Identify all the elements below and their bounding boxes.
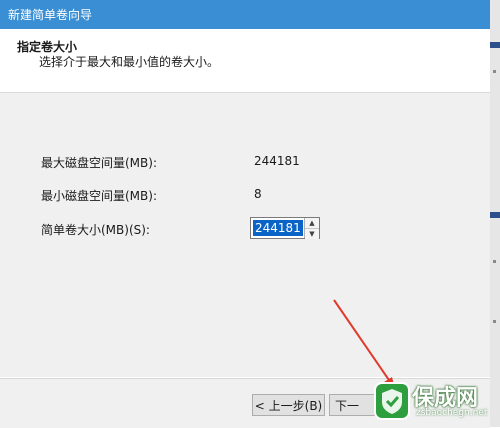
strip-dot xyxy=(493,320,496,323)
strip-band xyxy=(490,212,500,218)
shield-icon xyxy=(374,382,410,420)
min-size-value: 8 xyxy=(254,187,262,201)
strip-dot xyxy=(493,70,496,73)
wizard-header: 指定卷大小 选择介于最大和最小值的卷大小。 xyxy=(0,29,490,93)
title-bar: 新建简单卷向导 xyxy=(0,0,490,29)
watermark: 保成网 zsbaochegn.net xyxy=(368,377,500,427)
min-size-label: 最小磁盘空间量(MB): xyxy=(41,189,157,203)
background-window-strip xyxy=(490,0,500,427)
spin-down-icon[interactable]: ▼ xyxy=(305,228,319,239)
window-title: 新建简单卷向导 xyxy=(8,8,93,22)
back-button[interactable]: < 上一步(B) xyxy=(252,394,325,416)
spin-up-icon[interactable]: ▲ xyxy=(305,218,319,228)
max-size-value: 244181 xyxy=(254,154,300,168)
spinner-buttons: ▲ ▼ xyxy=(304,218,319,239)
volume-size-input[interactable]: 244181 xyxy=(253,220,303,236)
volume-size-spinner[interactable]: 244181 ▲ ▼ xyxy=(250,217,320,239)
strip-dot xyxy=(493,260,496,263)
page-subtitle: 选择介于最大和最小值的卷大小。 xyxy=(39,55,220,69)
volume-size-label: 简单卷大小(MB)(S): xyxy=(41,223,150,237)
strip-band xyxy=(490,42,500,48)
watermark-url: zsbaochegn.net xyxy=(416,408,488,418)
max-size-label: 最大磁盘空间量(MB): xyxy=(41,156,157,170)
